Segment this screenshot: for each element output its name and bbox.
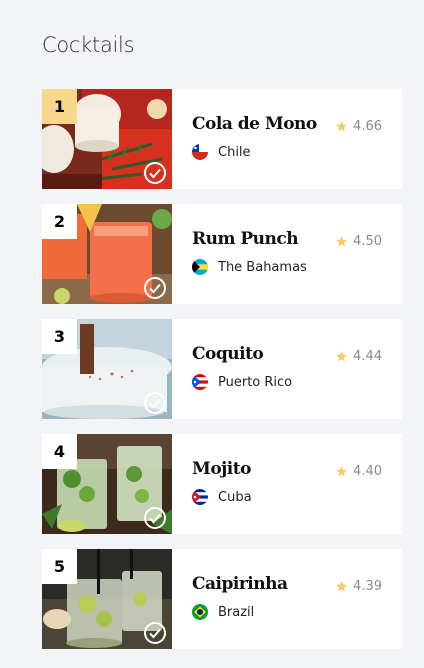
puerto-rico-flag-icon: [192, 374, 208, 390]
rating: 4.39: [335, 579, 382, 594]
rank-badge: 2: [42, 204, 77, 239]
cocktail-name[interactable]: Cola de Mono: [192, 114, 317, 134]
check-circle-icon[interactable]: [144, 622, 166, 644]
cocktail-info: Rum Punch The Bahamas 4.50: [172, 204, 402, 304]
star-icon: [336, 581, 347, 592]
rank-badge: 4: [42, 434, 77, 469]
rating-value: 4.44: [353, 349, 382, 364]
star-icon: [336, 351, 347, 362]
cocktail-image[interactable]: 5: [42, 549, 172, 649]
list-item[interactable]: 5 Caipirinha Brazil 4.39: [42, 549, 402, 649]
rating: 4.40: [335, 464, 382, 479]
rating: 4.66: [335, 119, 382, 134]
country-row: Brazil: [192, 604, 254, 620]
cocktail-image[interactable]: 3: [42, 319, 172, 419]
country-row: The Bahamas: [192, 259, 307, 275]
check-circle-icon[interactable]: [144, 162, 166, 184]
cocktail-name[interactable]: Mojito: [192, 459, 251, 479]
check-circle-icon[interactable]: [144, 277, 166, 299]
list-item[interactable]: 4 Mojito Cuba 4.40: [42, 434, 402, 534]
cocktail-image[interactable]: 2: [42, 204, 172, 304]
rating-value: 4.66: [353, 119, 382, 134]
cocktail-name[interactable]: Coquito: [192, 344, 264, 364]
list-item[interactable]: 1 Cola de Mono Chile 4.66: [42, 89, 402, 189]
brazil-flag-icon: [192, 604, 208, 620]
list-item[interactable]: 3 Coquito Puerto Rico 4.44: [42, 319, 402, 419]
cocktail-info: Caipirinha Brazil 4.39: [172, 549, 402, 649]
rating-value: 4.39: [353, 579, 382, 594]
chile-flag-icon: [192, 144, 208, 160]
country-name: The Bahamas: [218, 259, 307, 275]
cocktail-list: 1 Cola de Mono Chile 4.66 2 Rum Punch Th…: [42, 89, 402, 664]
cocktail-info: Mojito Cuba 4.40: [172, 434, 402, 534]
bahamas-flag-icon: [192, 259, 208, 275]
cocktail-info: Cola de Mono Chile 4.66: [172, 89, 402, 189]
star-icon: [336, 121, 347, 132]
rating-value: 4.40: [353, 464, 382, 479]
cocktail-name[interactable]: Rum Punch: [192, 229, 299, 249]
country-name: Chile: [218, 144, 251, 160]
page-title: Cocktails: [42, 33, 135, 57]
country-row: Chile: [192, 144, 251, 160]
country-row: Puerto Rico: [192, 374, 292, 390]
check-circle-icon[interactable]: [144, 507, 166, 529]
cocktail-image[interactable]: 4: [42, 434, 172, 534]
country-name: Brazil: [218, 604, 255, 620]
rank-badge: 1: [42, 89, 77, 124]
country-name: Cuba: [218, 489, 252, 505]
country-row: Cuba: [192, 489, 252, 505]
cuba-flag-icon: [192, 489, 208, 505]
star-icon: [336, 236, 347, 247]
cocktail-image[interactable]: 1: [42, 89, 172, 189]
rating-value: 4.50: [353, 234, 382, 249]
country-name: Puerto Rico: [218, 374, 293, 390]
rank-badge: 3: [42, 319, 77, 354]
check-circle-icon[interactable]: [144, 392, 166, 414]
cocktail-name[interactable]: Caipirinha: [192, 574, 288, 594]
rating: 4.50: [335, 234, 382, 249]
star-icon: [336, 466, 347, 477]
rank-badge: 5: [42, 549, 77, 584]
cocktail-info: Coquito Puerto Rico 4.44: [172, 319, 402, 419]
list-item[interactable]: 2 Rum Punch The Bahamas 4.50: [42, 204, 402, 304]
rating: 4.44: [335, 349, 382, 364]
